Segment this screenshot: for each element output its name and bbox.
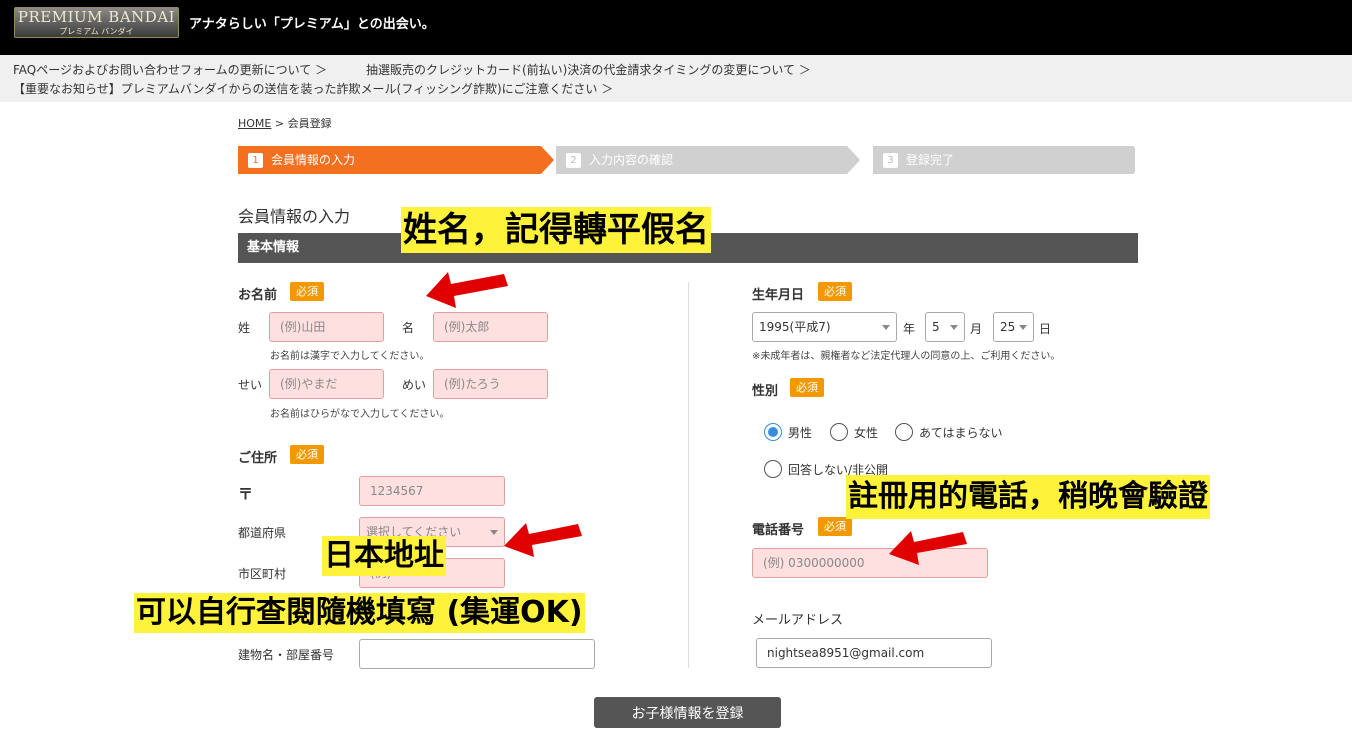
notice-bar: FAQページおよびお問い合わせフォームの更新について ＞ 抽選販売のクレジットカ… bbox=[0, 55, 1352, 102]
arrow-icon bbox=[889, 531, 967, 565]
required-badge: 必須 bbox=[290, 282, 324, 301]
chevron-down-icon bbox=[950, 325, 958, 330]
annotation-address-2: 可以自行查閱隨機填寫 (集運OK) bbox=[134, 593, 585, 633]
gender-radio-female[interactable] bbox=[830, 423, 848, 441]
phone-title: 電話番号 bbox=[752, 523, 805, 538]
birth-year-select[interactable]: 1995(平成7) bbox=[752, 312, 897, 342]
gender-label-male: 男性 bbox=[788, 426, 813, 440]
kana-hint: お名前はひらがなで入力してください。 bbox=[270, 409, 450, 420]
step-2-arrow bbox=[847, 146, 860, 174]
gender-title: 性別 bbox=[752, 384, 779, 399]
step-label: 会員情報の入力 bbox=[271, 153, 356, 167]
chevron-down-icon bbox=[1019, 325, 1027, 330]
mei-kana-label: めい bbox=[402, 378, 427, 392]
required-badge: 必須 bbox=[790, 378, 824, 397]
prefecture-label: 都道府県 bbox=[238, 526, 287, 540]
birth-month-select[interactable]: 5 bbox=[925, 312, 965, 342]
mei-label: 名 bbox=[402, 321, 415, 335]
required-badge: 必須 bbox=[818, 517, 852, 536]
gender-label-other: あてはまらない bbox=[919, 426, 1003, 440]
birth-day-select[interactable]: 25 bbox=[993, 312, 1034, 342]
step-label: 入力内容の確認 bbox=[589, 153, 674, 167]
email-input[interactable] bbox=[756, 638, 992, 668]
birth-day-value: 25 bbox=[1000, 320, 1016, 334]
step-3: 3 登録完了 bbox=[873, 146, 1135, 174]
annotation-name: 姓名，記得轉平假名 bbox=[401, 207, 711, 253]
city-label: 市区町村 bbox=[238, 567, 287, 581]
year-unit: 年 bbox=[903, 322, 916, 336]
kanji-hint: お名前は漢字で入力してください。 bbox=[270, 351, 430, 362]
sei-kana-label: せい bbox=[238, 378, 263, 392]
section-title: 会員情報の入力 bbox=[238, 207, 351, 226]
postal-code-input[interactable] bbox=[359, 476, 505, 506]
address-title: ご住所 bbox=[238, 451, 278, 466]
logo-subtext: プレミアム バンダイ bbox=[59, 27, 134, 36]
mei-kana-input[interactable] bbox=[433, 369, 548, 399]
required-badge: 必須 bbox=[290, 445, 324, 464]
premium-bandai-logo[interactable]: PREMIUM BANDAI プレミアム バンダイ bbox=[14, 7, 179, 38]
notice-link-phishing[interactable]: 【重要なお知らせ】プレミアムバンダイからの送信を装った詐欺メール(フィッシング詐… bbox=[13, 80, 613, 97]
required-badge: 必須 bbox=[818, 282, 852, 301]
building-label: 建物名・部屋番号 bbox=[238, 648, 335, 662]
birth-hint: ※未成年者は、親権者など法定代理人の同意の上、ご利用ください。 bbox=[752, 351, 1061, 362]
notice-link-faq[interactable]: FAQページおよびお問い合わせフォームの更新について ＞ bbox=[13, 61, 327, 78]
step-2: 2 入力内容の確認 bbox=[556, 146, 847, 174]
birth-title: 生年月日 bbox=[752, 288, 805, 303]
month-unit: 月 bbox=[970, 322, 983, 336]
step-number: 1 bbox=[248, 153, 263, 168]
postal-mark-icon: 〒 bbox=[238, 485, 254, 503]
gender-radio-no-answer[interactable] bbox=[764, 460, 782, 478]
breadcrumb-separator: > bbox=[271, 117, 288, 130]
building-input[interactable] bbox=[359, 639, 595, 669]
arrow-icon bbox=[426, 272, 508, 308]
day-unit: 日 bbox=[1039, 322, 1052, 336]
logo-text: PREMIUM BANDAI bbox=[17, 8, 176, 26]
step-number: 2 bbox=[566, 153, 581, 168]
chevron-down-icon bbox=[882, 325, 890, 330]
sei-label: 姓 bbox=[238, 321, 251, 335]
site-header: PREMIUM BANDAI プレミアム バンダイ アナタらしい「プレミアム」と… bbox=[0, 0, 1352, 55]
email-title: メールアドレス bbox=[752, 613, 844, 628]
breadcrumb-home[interactable]: HOME bbox=[238, 117, 271, 130]
breadcrumb-current: 会員登録 bbox=[287, 117, 332, 130]
step-1-arrow bbox=[541, 146, 554, 174]
annotation-phone: 註冊用的電話，稍晚會驗證 bbox=[846, 475, 1210, 519]
sei-input[interactable] bbox=[269, 312, 384, 342]
gender-label-female: 女性 bbox=[854, 426, 879, 440]
chevron-down-icon bbox=[490, 530, 498, 535]
arrow-icon bbox=[504, 523, 582, 557]
breadcrumb: HOME > 会員登録 bbox=[238, 115, 332, 131]
birth-month-value: 5 bbox=[932, 320, 940, 334]
notice-link-credit[interactable]: 抽選販売のクレジットカード(前払い)決済の代金請求タイミングの変更について ＞ bbox=[366, 61, 811, 78]
step-number: 3 bbox=[883, 153, 898, 168]
step-1: 1 会員情報の入力 bbox=[238, 146, 541, 174]
name-title: お名前 bbox=[238, 288, 278, 303]
gender-radio-other[interactable] bbox=[895, 423, 913, 441]
step-label: 登録完了 bbox=[906, 153, 955, 167]
annotation-address: 日本地址 bbox=[322, 536, 446, 576]
mei-input[interactable] bbox=[433, 312, 548, 342]
tagline: アナタらしい「プレミアム」との出会い。 bbox=[189, 17, 435, 32]
sei-kana-input[interactable] bbox=[269, 369, 384, 399]
birth-year-value: 1995(平成7) bbox=[759, 320, 831, 334]
register-child-info-button[interactable]: お子様情報を登録 bbox=[594, 697, 781, 728]
column-divider bbox=[688, 282, 689, 668]
gender-radio-male[interactable] bbox=[764, 423, 782, 441]
